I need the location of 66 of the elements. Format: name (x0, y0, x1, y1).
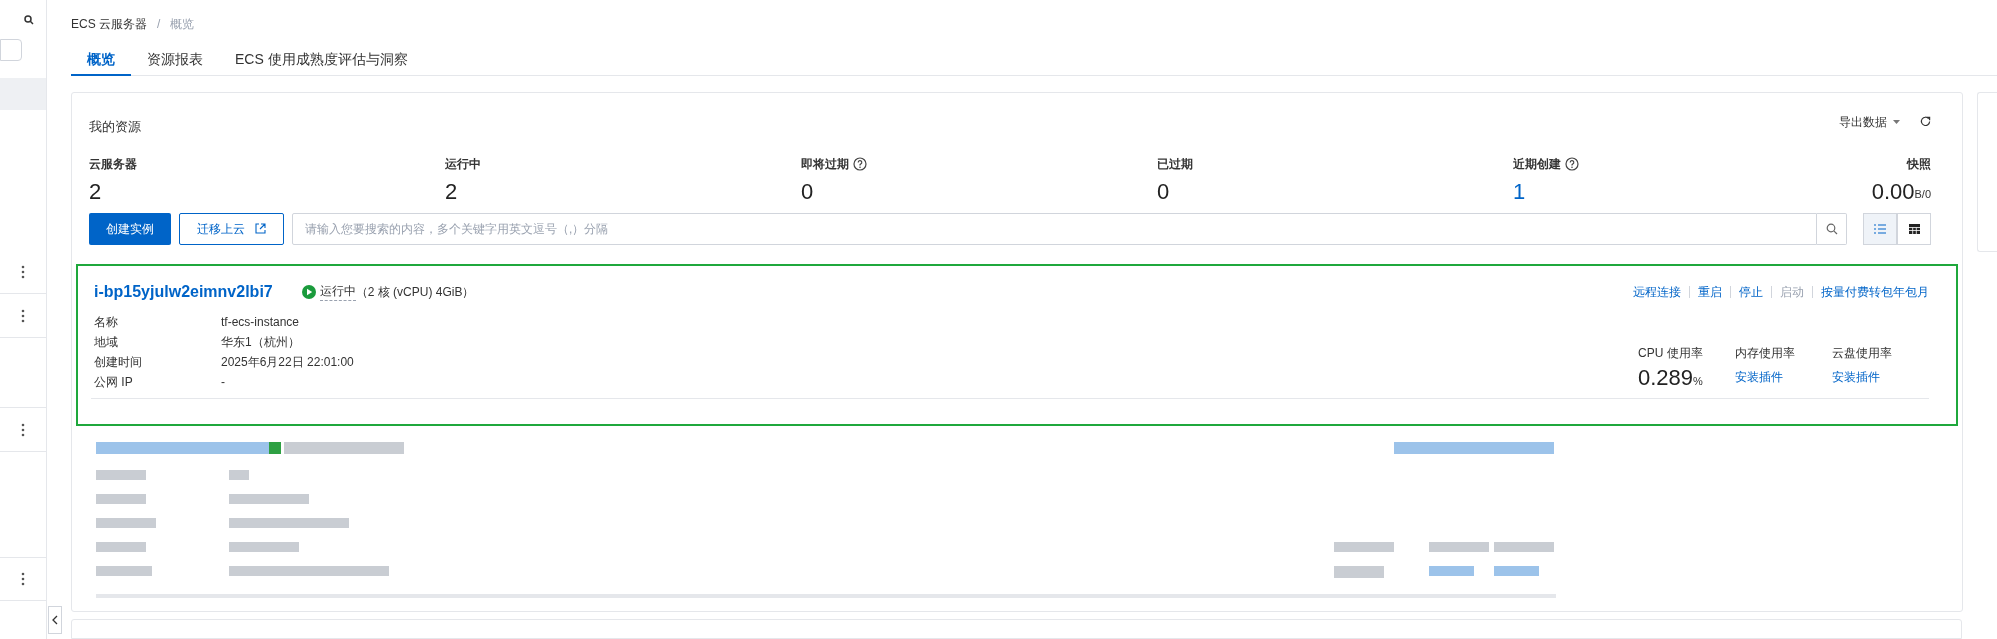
help-icon[interactable] (1565, 156, 1579, 171)
help-icon[interactable] (853, 156, 867, 171)
search-icon[interactable] (24, 15, 34, 25)
stat-label: 近期创建 (1513, 155, 1561, 173)
collapse-button[interactable] (48, 606, 62, 634)
instance-id-link[interactable]: i-bp15yjulw2eimnv2lbi7 (91, 279, 276, 304)
field-label: 公网 IP (93, 373, 134, 391)
search-icon (1825, 222, 1838, 235)
metric-unit: % (1693, 375, 1703, 389)
export-dropdown[interactable]: 导出数据 (1839, 112, 1900, 131)
field-label: 创建时间 (93, 353, 143, 371)
stat-label: 快照 (1907, 155, 1931, 173)
chevron-left-icon (52, 615, 58, 625)
search-field[interactable]: 请输入您要搜索的内容，多个关键字用英文逗号（,）分隔 (292, 212, 1817, 245)
action-link[interactable]: 远程连接 (1633, 282, 1681, 301)
more-icon[interactable] (21, 308, 25, 323)
search-button[interactable] (1817, 212, 1847, 245)
tab[interactable]: 概览 (71, 44, 131, 76)
section-title: 我的资源 (89, 118, 141, 136)
stat-value[interactable]: 1 (1513, 178, 1526, 205)
status-label[interactable]: 运行中 (319, 282, 356, 301)
caret-icon (1893, 119, 1900, 124)
stat-label: 已过期 (1157, 155, 1193, 173)
field-value: 华东1（杭州） (221, 333, 300, 351)
instance-spec: （2 核 (vCPU) 4GiB） (355, 283, 475, 301)
more-icon[interactable] (21, 264, 25, 279)
tab[interactable]: 资源报表 (131, 44, 219, 76)
field-label: 地域 (93, 333, 119, 351)
stat-label: 云服务器 (89, 155, 137, 173)
stat-value: 2 (445, 178, 458, 205)
metric-label: CPU 使用率 (1638, 344, 1704, 362)
tab[interactable]: ECS 使用成熟度评估与洞察 (219, 44, 424, 76)
field-label: 名称 (93, 313, 119, 331)
list-view-toggle[interactable] (1863, 212, 1897, 245)
play-icon (301, 284, 316, 299)
more-icon[interactable] (21, 572, 25, 586)
more-icon[interactable] (21, 422, 25, 437)
install-plugin-link[interactable]: 安装插件 (1832, 367, 1929, 386)
grid-icon (1908, 223, 1920, 234)
metric-value: 0.289 (1638, 365, 1694, 390)
grid-view-toggle[interactable] (1897, 212, 1931, 245)
action-link[interactable]: 重启 (1698, 282, 1722, 301)
stat-value: 0.00 (1871, 178, 1915, 205)
migrate-button[interactable]: 迁移上云 (179, 212, 284, 245)
external-link-icon (255, 223, 266, 234)
action-link[interactable]: 停止 (1739, 282, 1763, 301)
stat-unit: B/0 (1914, 188, 1931, 202)
field-value: 2025年6月22日 22:01:00 (221, 353, 354, 371)
action-link[interactable]: 按量付费转包年包月 (1821, 282, 1929, 301)
install-plugin-link[interactable]: 安装插件 (1735, 367, 1832, 386)
field-value: tf-ecs-instance (221, 313, 300, 331)
stat-value: 0 (801, 178, 814, 205)
metric-label: 云盘使用率 (1832, 344, 1893, 362)
list-icon (1874, 223, 1886, 234)
search-field[interactable] (0, 39, 22, 61)
stat-value: 2 (89, 178, 102, 205)
breadcrumb-separator: / (157, 16, 161, 33)
field-value: - (221, 373, 225, 391)
refresh-icon[interactable] (1920, 116, 1931, 128)
breadcrumb-current: 概览 (170, 16, 195, 33)
stat-label: 即将过期 (801, 155, 849, 173)
stat-value: 0 (1157, 178, 1170, 205)
stat-label: 运行中 (445, 155, 481, 173)
breadcrumb-link[interactable]: ECS 云服务器 (71, 15, 147, 33)
metric-label: 内存使用率 (1735, 344, 1796, 362)
create-instance-button[interactable]: 创建实例 (89, 212, 171, 245)
